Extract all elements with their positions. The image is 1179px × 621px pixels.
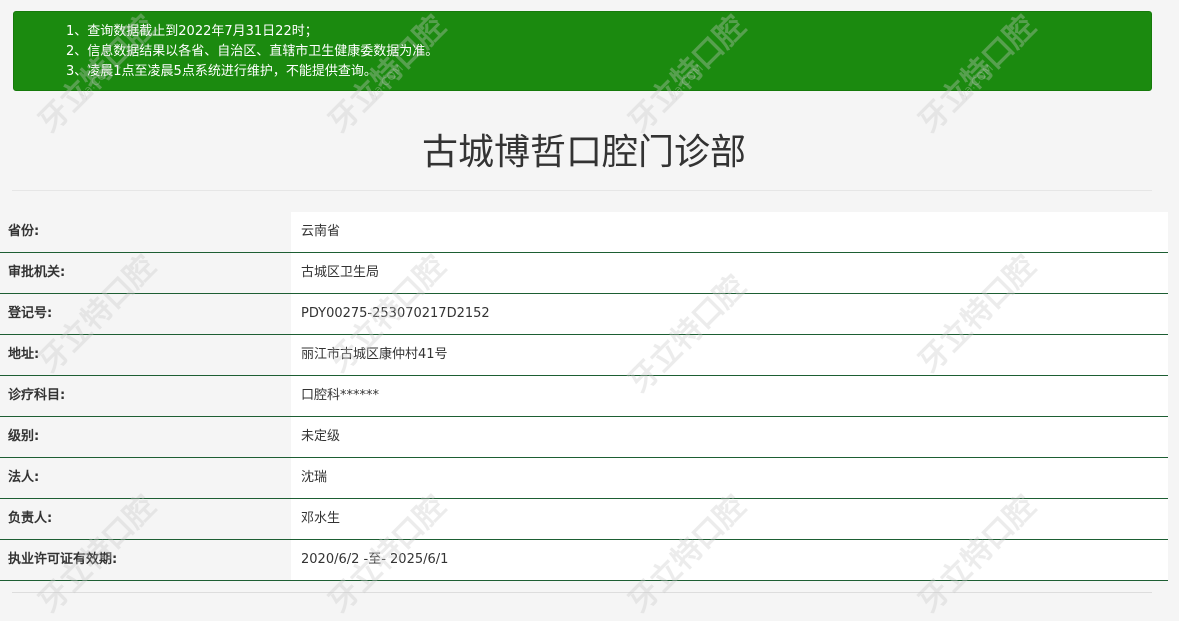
row-label-province: 省份:: [0, 212, 291, 252]
info-table: 省份: 云南省 审批机关: 古城区卫生局 登记号: PDY00275-25307…: [0, 212, 1168, 581]
row-label-treatment-subjects: 诊疗科目:: [0, 376, 291, 416]
row-label-level: 级别:: [0, 417, 291, 457]
notice-line-2: 2、信息数据结果以各省、自治区、直辖市卫生健康委数据为准。: [66, 44, 439, 59]
row-value-address: 丽江市古城区康仲村41号: [291, 335, 1168, 375]
row-label-legal-person: 法人:: [0, 458, 291, 498]
row-label-address: 地址:: [0, 335, 291, 375]
table-row: 执业许可证有效期: 2020/6/2 -至- 2025/6/1: [0, 540, 1168, 581]
row-value-approval-authority: 古城区卫生局: [291, 253, 1168, 293]
row-value-legal-person: 沈瑞: [291, 458, 1168, 498]
row-value-registration-number: PDY00275-253070217D2152: [291, 294, 1168, 334]
table-row: 法人: 沈瑞: [0, 458, 1168, 499]
table-row: 省份: 云南省: [0, 212, 1168, 253]
row-label-registration-number: 登记号:: [0, 294, 291, 334]
notice-line-1: 1、查询数据截止到2022年7月31日22时；: [66, 24, 318, 39]
row-value-person-in-charge: 邓水生: [291, 499, 1168, 539]
table-row: 诊疗科目: 口腔科******: [0, 376, 1168, 417]
row-label-approval-authority: 审批机关:: [0, 253, 291, 293]
table-row: 登记号: PDY00275-253070217D2152: [0, 294, 1168, 335]
page-title: 古城博哲口腔门诊部: [421, 132, 746, 173]
table-row: 审批机关: 古城区卫生局: [0, 253, 1168, 294]
row-value-treatment-subjects: 口腔科******: [291, 376, 1168, 416]
bottom-divider: [12, 592, 1152, 593]
title-divider: [12, 190, 1152, 191]
table-row: 地址: 丽江市古城区康仲村41号: [0, 335, 1168, 376]
notice-line-3: 3、凌晨1点至凌晨5点系统进行维护，不能提供查询。: [66, 64, 377, 79]
row-value-license-validity: 2020/6/2 -至- 2025/6/1: [291, 540, 1168, 580]
row-label-license-validity: 执业许可证有效期:: [0, 540, 291, 580]
row-value-level: 未定级: [291, 417, 1168, 457]
row-value-province: 云南省: [291, 212, 1168, 252]
row-label-person-in-charge: 负责人:: [0, 499, 291, 539]
table-row: 负责人: 邓水生: [0, 499, 1168, 540]
notice-banner: 1、查询数据截止到2022年7月31日22时； 2、信息数据结果以各省、自治区、…: [13, 11, 1152, 91]
table-row: 级别: 未定级: [0, 417, 1168, 458]
